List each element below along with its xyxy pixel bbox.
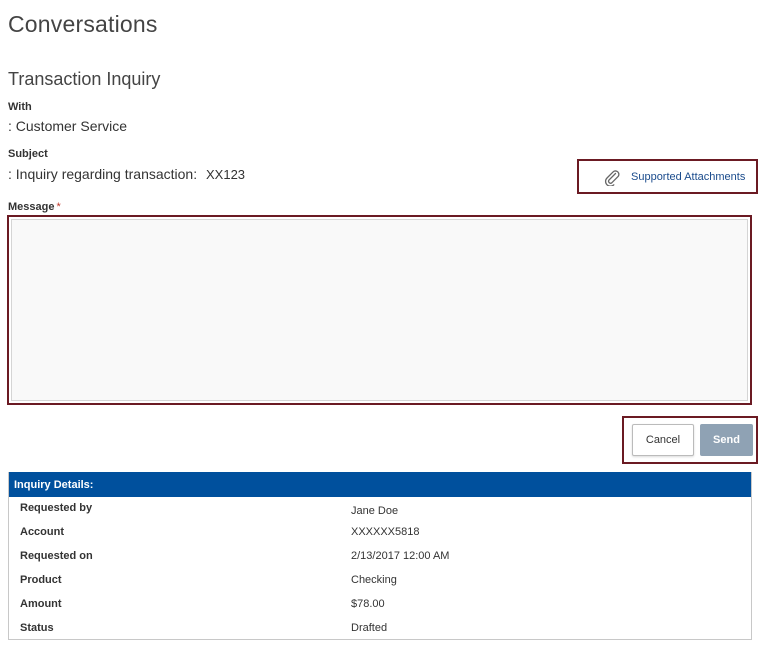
- with-value: : Customer Service: [8, 118, 128, 134]
- message-box: [7, 215, 752, 405]
- required-marker: *: [56, 201, 61, 213]
- detail-key: Requested on: [20, 550, 93, 562]
- subject-prefix: : Inquiry regarding transaction:: [8, 166, 198, 182]
- detail-key: Account: [20, 526, 64, 538]
- detail-row-status: Status Drafted: [9, 622, 751, 640]
- supported-attachments-box: Supported Attachments: [577, 159, 758, 194]
- inquiry-details-header: Inquiry Details:: [9, 472, 751, 497]
- detail-value: Jane Doe: [351, 505, 399, 517]
- detail-value: $78.00: [351, 598, 385, 610]
- section-title: Transaction Inquiry: [8, 69, 161, 89]
- page-title: Conversations: [8, 11, 158, 37]
- with-label: With: [8, 101, 32, 113]
- detail-key: Product: [20, 574, 62, 586]
- message-label: Message *: [8, 201, 61, 213]
- action-buttons-box: Cancel Send: [622, 416, 758, 464]
- transaction-id: XX123: [206, 167, 246, 182]
- detail-row-amount: Amount $78.00: [9, 598, 751, 616]
- message-textarea[interactable]: [11, 219, 748, 401]
- detail-row-account: Account XXXXXX5818: [9, 526, 751, 544]
- detail-value: Drafted: [351, 622, 388, 634]
- supported-attachments-link[interactable]: Supported Attachments: [631, 171, 745, 183]
- paperclip-icon[interactable]: [603, 168, 621, 187]
- detail-key: Status: [20, 622, 54, 634]
- detail-value: Checking: [351, 574, 397, 586]
- cancel-button[interactable]: Cancel: [632, 424, 694, 456]
- detail-value: XXXXXX5818: [351, 526, 420, 538]
- detail-row-requested-on: Requested on 2/13/2017 12:00 AM: [9, 550, 751, 568]
- detail-value: 2/13/2017 12:00 AM: [351, 550, 450, 562]
- detail-row-product: Product Checking: [9, 574, 751, 592]
- subject-label: Subject: [8, 148, 48, 160]
- inquiry-details-panel: Inquiry Details: Requested by Jane Doe A…: [8, 472, 752, 640]
- detail-row-requested-by: Requested by Jane Doe: [9, 502, 751, 520]
- message-label-text: Message: [8, 201, 55, 213]
- detail-key: Requested by: [20, 502, 93, 514]
- send-button[interactable]: Send: [700, 424, 753, 456]
- subject-value: : Inquiry regarding transaction: XX123: [8, 166, 245, 182]
- detail-key: Amount: [20, 598, 62, 610]
